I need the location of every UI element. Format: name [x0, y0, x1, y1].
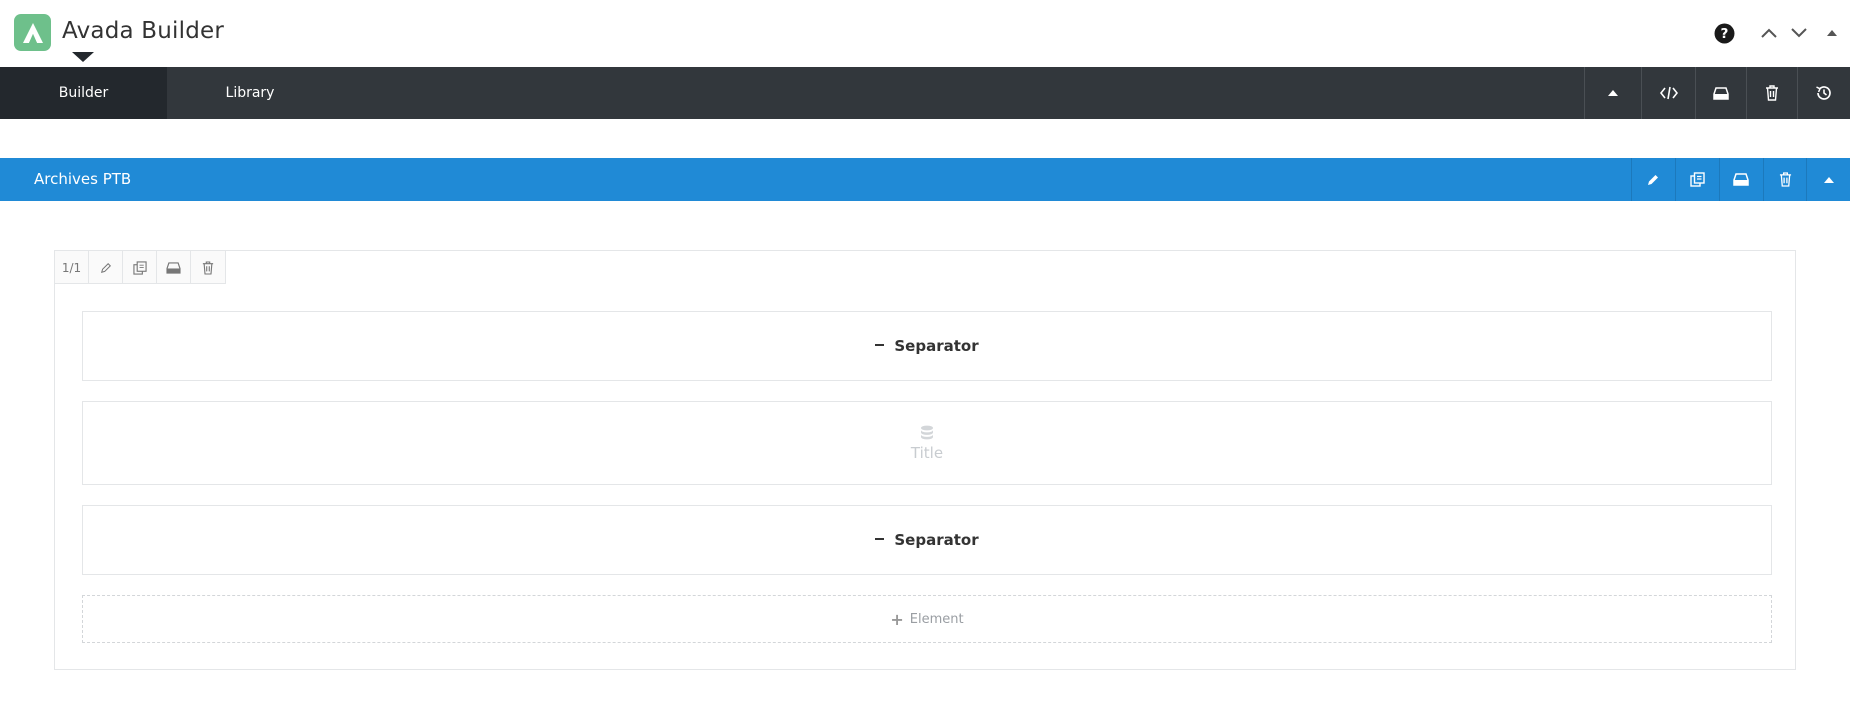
column: 1/1 Separator Title Separator + Element	[54, 250, 1796, 670]
clone-icon	[132, 260, 147, 275]
container-title[interactable]: Archives PTB	[34, 158, 131, 201]
add-element-label: Element	[909, 611, 964, 627]
database-icon	[921, 425, 933, 439]
column-clone-button[interactable]	[123, 251, 157, 284]
element-label: Separator	[894, 531, 979, 549]
collapse-icon	[1608, 90, 1618, 96]
minus-icon	[875, 344, 885, 346]
chevron-up-icon[interactable]	[1756, 20, 1782, 46]
chevron-down-icon[interactable]	[1786, 20, 1812, 46]
container-clone-button[interactable]	[1675, 158, 1718, 201]
save-icon	[1713, 86, 1729, 100]
active-tab-indicator	[72, 52, 94, 62]
code-icon	[1659, 86, 1678, 100]
save-template-button[interactable]	[1695, 67, 1746, 119]
separator-element[interactable]: Separator	[82, 505, 1772, 575]
save-icon	[166, 261, 181, 274]
trash-icon	[202, 260, 214, 275]
container-save-button[interactable]	[1719, 158, 1762, 201]
tab-builder[interactable]: Builder	[0, 67, 167, 119]
column-delete-button[interactable]	[191, 251, 225, 284]
container-collapse-button[interactable]	[1806, 158, 1850, 201]
builder-tabbar: Builder Library	[0, 67, 1850, 119]
column-edit-button[interactable]	[89, 251, 123, 284]
svg-text:?: ?	[1720, 26, 1728, 42]
column-save-button[interactable]	[157, 251, 191, 284]
title-element[interactable]: Title	[82, 401, 1772, 485]
collapse-icon	[1823, 176, 1834, 183]
help-icon[interactable]: ?	[1711, 20, 1737, 46]
trash-icon	[1779, 172, 1791, 187]
collapse-all-button[interactable]	[1584, 67, 1641, 119]
app-header: Avada Builder ?	[0, 0, 1850, 67]
separator-element[interactable]: Separator	[82, 311, 1772, 381]
element-label: Title	[910, 443, 944, 462]
avada-logo-icon	[14, 14, 51, 51]
save-icon	[1733, 173, 1749, 186]
clone-icon	[1689, 172, 1705, 187]
column-size-button[interactable]: 1/1	[55, 251, 89, 284]
history-button[interactable]	[1797, 67, 1850, 119]
pencil-icon	[100, 262, 111, 273]
plus-icon: +	[890, 609, 904, 629]
triangle-up-icon[interactable]	[1819, 20, 1845, 46]
add-element-button[interactable]: + Element	[82, 595, 1772, 643]
history-icon	[1816, 86, 1831, 100]
code-view-button[interactable]	[1641, 67, 1695, 119]
trash-icon	[1766, 85, 1778, 101]
container-delete-button[interactable]	[1763, 158, 1806, 201]
element-label: Separator	[894, 337, 979, 355]
column-toolbar: 1/1	[55, 251, 226, 284]
tab-library[interactable]: Library	[167, 67, 333, 119]
container-bar[interactable]: Archives PTB	[0, 158, 1850, 201]
pencil-icon	[1648, 174, 1658, 185]
app-title: Avada Builder	[62, 18, 225, 44]
minus-icon	[875, 538, 885, 540]
container-edit-button[interactable]	[1631, 158, 1674, 201]
delete-all-button[interactable]	[1746, 67, 1797, 119]
